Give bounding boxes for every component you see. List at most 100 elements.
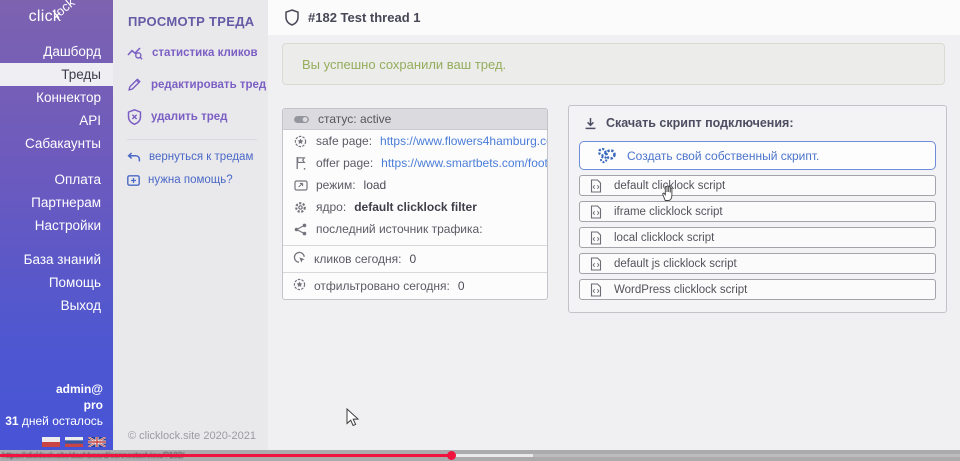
counter-label: кликов сегодня: bbox=[314, 252, 402, 266]
button-label: Создать свой собственный скрипт. bbox=[627, 149, 819, 163]
sidebar-item-payment[interactable]: Оплата bbox=[0, 168, 113, 191]
clicklock-logo: clicklock bbox=[0, 8, 113, 44]
counter-value: 0 bbox=[458, 279, 465, 293]
scripts-card-title: Скачать скрипт подключения: bbox=[606, 116, 794, 130]
seal-star-icon bbox=[293, 135, 308, 148]
file-code-icon bbox=[590, 283, 602, 297]
safe-page-link[interactable]: https://www.flowers4hamburg.com/ bbox=[380, 134, 547, 148]
sidebar-item-api[interactable]: API bbox=[0, 109, 113, 132]
seal-star-icon bbox=[293, 278, 306, 294]
flag-pole-icon bbox=[293, 156, 308, 170]
progress-played-bar[interactable] bbox=[0, 454, 452, 457]
sidebar-spacer bbox=[0, 237, 113, 248]
share-icon bbox=[293, 223, 308, 236]
script-button-local[interactable]: local clicklock script bbox=[579, 227, 936, 248]
uk-flag[interactable] bbox=[88, 437, 106, 447]
sidebar-item-dashboard[interactable]: Дашборд bbox=[0, 40, 113, 63]
script-button-iframe[interactable]: iframe clicklock script bbox=[579, 201, 936, 222]
account-days-left: 31 дней осталось bbox=[5, 413, 103, 429]
link-label: вернуться к тредам bbox=[149, 151, 253, 163]
video-progress-strip: https://clicklock.site/dashboard/connect… bbox=[0, 450, 960, 461]
click-icon bbox=[293, 251, 306, 267]
file-code-icon bbox=[590, 257, 602, 271]
download-icon bbox=[584, 117, 597, 130]
row-value: default clicklock filter bbox=[354, 200, 477, 214]
sidebar: clicklock Дашборд Треды Коннектор API Са… bbox=[0, 0, 113, 450]
menu-item-click-stats[interactable]: статистика кликов bbox=[127, 46, 268, 60]
back-icon bbox=[127, 152, 141, 163]
create-custom-script-button[interactable]: Создать свой собственный скрипт. bbox=[579, 141, 936, 170]
status-header-row: статус: active bbox=[283, 109, 547, 130]
file-code-icon bbox=[590, 179, 602, 193]
scripts-card-header: Скачать скрипт подключения: bbox=[584, 116, 936, 130]
button-label: default clicklock script bbox=[614, 180, 725, 192]
success-alert: Вы успешно сохранили ваш тред. bbox=[282, 43, 945, 85]
sidebar-item-help[interactable]: Помощь bbox=[0, 271, 113, 294]
row-label: последний источник трафика: bbox=[316, 222, 483, 236]
shield-icon bbox=[285, 9, 299, 26]
toggle-icon bbox=[293, 115, 310, 124]
menu-item-label: редактировать тред bbox=[151, 79, 266, 91]
page-title: #182 Test thread 1 bbox=[308, 10, 420, 25]
account-email: admin@ bbox=[56, 382, 103, 396]
account-info: admin@ pro 31 дней осталось bbox=[5, 381, 103, 429]
counter-row-filtered-today: отфильтровано сегодня: 0 bbox=[283, 272, 547, 299]
progress-buffered-bar bbox=[452, 454, 533, 457]
status-row-mode: режим: load bbox=[283, 174, 547, 196]
sidebar-item-partners[interactable]: Партнерам bbox=[0, 191, 113, 214]
sidebar-item-threads[interactable]: Треды bbox=[0, 63, 113, 86]
thread-menu-panel: ПРОСМОТР ТРЕДА статистика кликов редакти… bbox=[113, 0, 268, 450]
sidebar-item-settings[interactable]: Настройки bbox=[0, 214, 113, 237]
menu-item-delete-thread[interactable]: удалить тред bbox=[127, 109, 268, 125]
delete-shield-icon bbox=[127, 109, 142, 125]
language-switcher bbox=[42, 437, 106, 447]
link-need-help[interactable]: нужна помощь? bbox=[127, 174, 268, 186]
sidebar-item-logout[interactable]: Выход bbox=[0, 294, 113, 317]
script-button-default-js[interactable]: default js clicklock script bbox=[579, 253, 936, 274]
panel-divider bbox=[127, 139, 257, 140]
sidebar-item-connector[interactable]: Коннектор bbox=[0, 86, 113, 109]
button-label: WordPress clicklock script bbox=[614, 284, 747, 296]
script-button-wordpress[interactable]: WordPress clicklock script bbox=[579, 279, 936, 300]
sidebar-item-knowledge-base[interactable]: База знаний bbox=[0, 248, 113, 271]
sidebar-item-subaccounts[interactable]: Сабакаунты bbox=[0, 132, 113, 155]
gears-cluster-icon bbox=[596, 147, 617, 164]
gear-icon bbox=[293, 201, 308, 214]
row-label: ядро: bbox=[316, 200, 346, 214]
copyright: © clicklock.site 2020-2021 bbox=[128, 430, 256, 442]
offer-page-link[interactable]: https://www.smartbets.com/football/tea..… bbox=[381, 156, 547, 170]
status-row-last-traffic-source: последний источник трафика: bbox=[283, 218, 547, 240]
menu-item-edit-thread[interactable]: редактировать тред bbox=[127, 77, 268, 92]
russia-flag[interactable] bbox=[65, 437, 83, 447]
progress-scrubber[interactable] bbox=[447, 451, 456, 460]
counter-row-clicks-today: кликов сегодня: 0 bbox=[283, 245, 547, 272]
app-window: clicklock Дашборд Треды Коннектор API Са… bbox=[0, 0, 960, 461]
row-label: safe page: bbox=[316, 134, 372, 148]
download-scripts-card: Скачать скрипт подключения: Создать свой… bbox=[568, 105, 947, 313]
button-label: default js clicklock script bbox=[614, 258, 737, 270]
row-value: load bbox=[364, 178, 387, 192]
row-label: режим: bbox=[316, 178, 356, 192]
page-header: #182 Test thread 1 bbox=[285, 9, 420, 26]
panel-title: ПРОСМОТР ТРЕДА bbox=[113, 0, 268, 29]
account-plan: pro bbox=[84, 398, 103, 412]
status-row-core: ядро: default clicklock filter bbox=[283, 196, 547, 218]
alert-text: Вы успешно сохранили ваш тред. bbox=[302, 57, 506, 72]
file-code-icon bbox=[590, 205, 602, 219]
menu-item-label: статистика кликов bbox=[152, 47, 258, 59]
script-button-default[interactable]: default clicklock script bbox=[579, 175, 936, 196]
mode-icon bbox=[293, 180, 308, 191]
main-content: #182 Test thread 1 Вы успешно сохранили … bbox=[268, 0, 960, 450]
progress-track[interactable] bbox=[533, 454, 960, 457]
status-row-offer-page: offer page: https://www.smartbets.com/fo… bbox=[283, 152, 547, 174]
link-back-to-threads[interactable]: вернуться к тредам bbox=[127, 151, 268, 163]
poland-flag[interactable] bbox=[42, 437, 60, 447]
sidebar-menu: Дашборд Треды Коннектор API Сабакаунты О… bbox=[0, 40, 113, 317]
counter-value: 0 bbox=[410, 252, 417, 266]
counter-label: отфильтровано сегодня: bbox=[314, 279, 450, 293]
status-label: статус: active bbox=[318, 112, 391, 126]
row-label: offer page: bbox=[316, 156, 373, 170]
sidebar-spacer bbox=[0, 155, 113, 168]
button-label: iframe clicklock script bbox=[614, 206, 723, 218]
stats-icon bbox=[127, 46, 143, 60]
